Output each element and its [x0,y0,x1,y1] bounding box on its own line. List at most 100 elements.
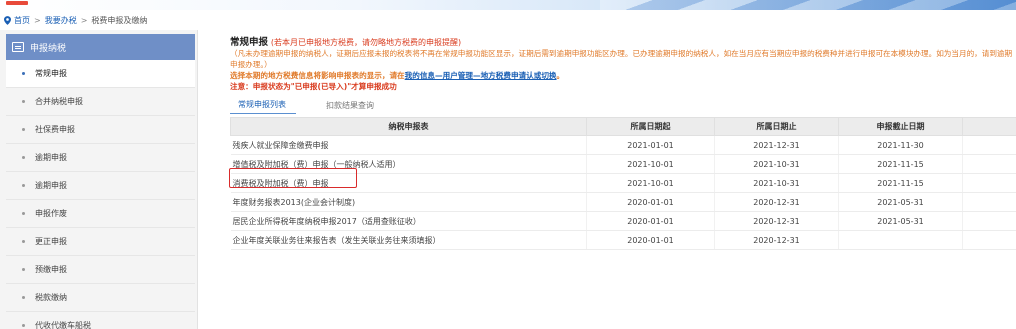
sidebar-item-label: 代收代缴车船税 [35,321,91,329]
list-icon [12,42,24,52]
sidebar-item-overdue-filing[interactable]: 逾期申报 [6,144,195,172]
sidebar-item-consolidated-filing[interactable]: 合并纳税申报 [6,88,195,116]
period-end-cell: 2020-12-31 [714,211,839,231]
period-end-cell: 2021-10-31 [714,173,839,193]
table-row[interactable]: 残疾人就业保障金缴费申报 2021-01-01 2021-12-31 2021-… [230,135,1016,155]
tab-bar: 常规申报列表 扣款结果查询 [230,98,1016,114]
breadcrumb-current: 税费申报及缴纳 [91,15,148,25]
sidebar-item-void-filing[interactable]: 申报作废 [6,200,195,228]
bullet-icon [22,324,25,327]
bullet-icon [22,100,25,103]
notice-select-line: 选择本期的地方税费信息将影响申报表的显示，请在我的信息—用户管理—地方税费申请认… [230,70,1016,81]
sidebar: 申报纳税 常规申报 合并纳税申报 社保费申报 逾期申报 逾期申报 申报作废 更正… [0,30,198,329]
bullet-icon [22,240,25,243]
deadline-cell [838,230,963,250]
breadcrumb-home[interactable]: 首页 [14,15,30,26]
location-pin-icon [4,15,11,25]
tab-regular-filing-list[interactable]: 常规申报列表 [230,99,296,114]
table-header-row: 纳税申报表 所属日期起 所属日期止 申报截止日期 [230,117,1016,136]
deadline-cell: 2021-05-31 [838,192,963,212]
sidebar-item-label: 社保费申报 [35,125,75,134]
period-end-cell: 2020-12-31 [714,192,839,212]
form-name-cell[interactable]: 增值税及附加税（费）申报（一般纳税人适用） [230,154,587,174]
bullet-icon [22,268,25,271]
column-header-period-end: 所属日期止 [714,117,839,136]
sidebar-item-label: 税款缴纳 [35,293,67,302]
table-row[interactable]: 年度财务报表2013(企业会计制度) 2020-01-01 2020-12-31… [230,192,1016,212]
form-name-cell[interactable]: 居民企业所得税年度纳税申报2017（适用查账征收） [230,211,587,231]
breadcrumb-tax-service[interactable]: 我要办税 [45,15,77,26]
breadcrumb-separator: > [34,15,41,25]
notice-body: （凡未办理逾期申报的纳税人，证期后应报未报的税表将不再在常规申报功能区显示，证期… [230,49,1013,69]
sidebar-item-prepay-filing[interactable]: 预缴申报 [6,256,195,284]
bullet-icon [22,128,25,131]
action-cell [962,173,1016,193]
sidebar-item-regular-filing[interactable]: 常规申报 [6,60,195,88]
period-end-cell: 2021-12-31 [714,135,839,155]
sidebar-item-label: 申报作废 [35,209,67,218]
form-name-cell[interactable]: 消费税及附加税（费）申报 [230,173,587,193]
banner-decoration [600,0,1016,10]
sidebar-item-tax-payment[interactable]: 税款缴纳 [6,284,195,312]
page-title: 常规申报 [230,37,269,48]
table-row[interactable]: 增值税及附加税（费）申报（一般纳税人适用） 2021-10-01 2021-10… [230,154,1016,174]
deadline-cell: 2021-11-15 [838,154,963,174]
deadline-cell: 2021-11-30 [838,135,963,155]
notice-select-suffix: 。 [556,71,565,80]
sidebar-item-social-insurance[interactable]: 社保费申报 [6,116,195,144]
period-end-cell: 2020-12-31 [714,230,839,250]
column-header-form-name: 纳税申报表 [230,117,587,136]
sidebar-item-correct-filing[interactable]: 更正申报 [6,228,195,256]
top-banner [0,0,1016,10]
period-start-cell: 2020-01-01 [586,211,715,231]
action-cell [962,230,1016,250]
sidebar-header[interactable]: 申报纳税 [6,34,195,60]
sidebar-item-label: 预缴申报 [35,265,67,274]
sidebar-item-label: 合并纳税申报 [35,97,83,106]
form-name-cell[interactable]: 年度财务报表2013(企业会计制度) [230,192,587,212]
sidebar-item-overdue-filing-2[interactable]: 逾期申报 [6,172,195,200]
breadcrumb: 首页 > 我要办税 > 税费申报及缴纳 [0,10,1016,30]
action-cell [962,154,1016,174]
notice-select-prefix: 选择本期的地方税费信息将影响申报表的显示，请在 [230,71,405,80]
sidebar-item-label: 逾期申报 [35,153,67,162]
notice-note: 注意：申报状态为"已申报(已导入)"才算申报成功 [230,82,397,91]
table-row[interactable]: 企业年度关联业务往来报告表（发生关联业务往来须填报） 2020-01-01 20… [230,230,1016,250]
sidebar-item-vehicle-tax[interactable]: 代收代缴车船税 [6,312,195,329]
filing-table: 纳税申报表 所属日期起 所属日期止 申报截止日期 残疾人就业保障金缴费申报 20… [230,117,1016,250]
bullet-icon [22,212,25,215]
bullet-icon [22,184,25,187]
period-end-cell: 2021-10-31 [714,154,839,174]
sidebar-header-label: 申报纳税 [30,43,67,54]
table-row[interactable]: 居民企业所得税年度纳税申报2017（适用查账征收） 2020-01-01 202… [230,211,1016,231]
main-content: 常规申报 (若本月已申报地方税费，请勿略地方税费的申报提醒) （凡未办理逾期申报… [198,30,1016,329]
column-header-deadline: 申报截止日期 [838,117,963,136]
period-start-cell: 2020-01-01 [586,230,715,250]
form-name-cell[interactable]: 残疾人就业保障金缴费申报 [230,135,587,155]
table-row-highlighted[interactable]: 消费税及附加税（费）申报 2021-10-01 2021-10-31 2021-… [230,173,1016,193]
bullet-icon [22,72,25,75]
period-start-cell: 2021-10-01 [586,173,715,193]
notice-title: 常规申报 (若本月已申报地方税费，请勿略地方税费的申报提醒) [230,34,1016,48]
period-start-cell: 2021-01-01 [586,135,715,155]
bullet-icon [22,296,25,299]
sidebar-item-label: 逾期申报 [35,181,67,190]
deadline-cell: 2021-05-31 [838,211,963,231]
site-logo [6,1,28,5]
period-start-cell: 2021-10-01 [586,154,715,174]
bullet-icon [22,156,25,159]
action-cell [962,192,1016,212]
column-header-action [962,117,1016,136]
sidebar-item-label: 更正申报 [35,237,67,246]
form-name-cell[interactable]: 企业年度关联业务往来报告表（发生关联业务往来须填报） [230,230,587,250]
deadline-cell: 2021-11-15 [838,173,963,193]
tab-deduction-result[interactable]: 扣款结果查询 [318,100,384,114]
notice-title-note: (若本月已申报地方税费，请勿略地方税费的申报提醒) [270,38,462,47]
action-cell [962,135,1016,155]
sidebar-menu: 常规申报 合并纳税申报 社保费申报 逾期申报 逾期申报 申报作废 更正申报 预缴… [6,60,195,329]
action-cell [962,211,1016,231]
sidebar-item-label: 常规申报 [35,69,67,78]
my-info-link[interactable]: 我的信息—用户管理—地方税费申请认或切换 [405,71,557,80]
breadcrumb-separator: > [80,15,88,25]
period-start-cell: 2020-01-01 [586,192,715,212]
